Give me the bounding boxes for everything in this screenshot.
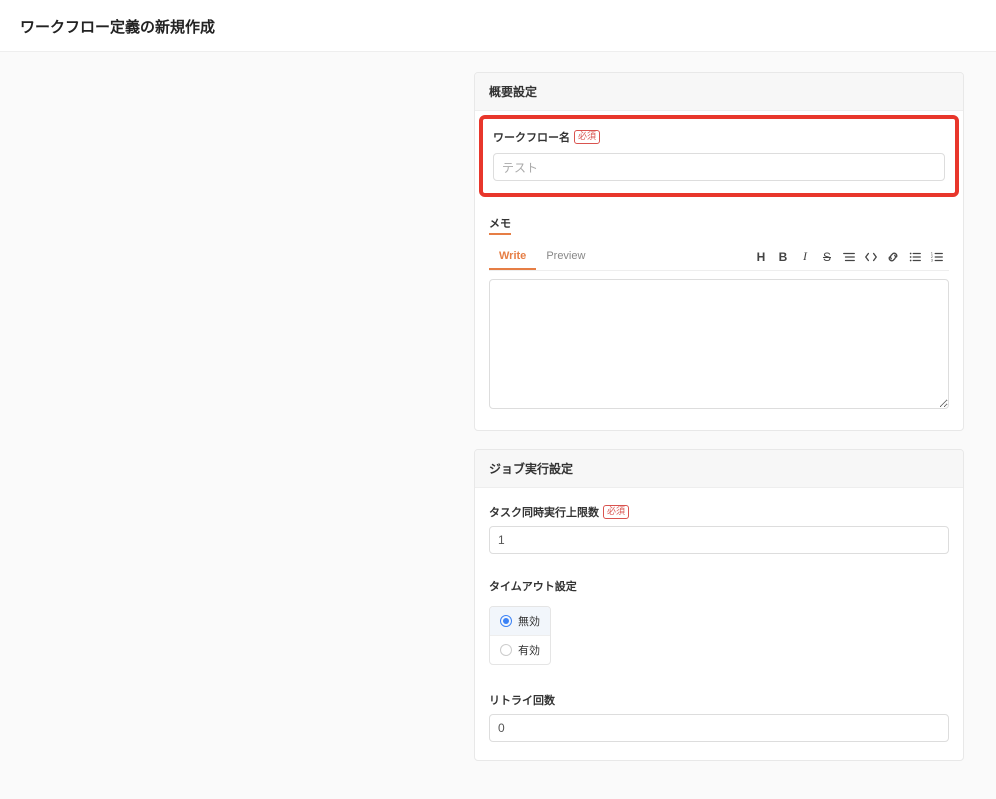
svg-text:3: 3 (931, 258, 933, 262)
timeout-disabled-option[interactable]: 無効 (490, 607, 550, 636)
strikethrough-icon[interactable]: S (819, 249, 835, 265)
timeout-disabled-label: 無効 (518, 613, 540, 629)
form-column: 概要設定 ワークフロー名 必須 メモ Write Preview (474, 72, 964, 779)
editor-tab-preview[interactable]: Preview (536, 244, 595, 270)
memo-label: メモ (489, 215, 511, 235)
content-area: 概要設定 ワークフロー名 必須 メモ Write Preview (0, 52, 996, 799)
max-tasks-label-text: タスク同時実行上限数 (489, 504, 599, 520)
timeout-label: タイムアウト設定 (489, 578, 949, 594)
retry-label-text: リトライ回数 (489, 692, 555, 708)
workflow-name-label: ワークフロー名 必須 (493, 129, 945, 145)
retry-label: リトライ回数 (489, 692, 949, 708)
radio-unselected-icon (500, 644, 512, 656)
code-icon[interactable] (863, 249, 879, 265)
memo-textarea[interactable] (489, 279, 949, 409)
page-title: ワークフロー定義の新規作成 (20, 16, 976, 37)
overview-card-body: ワークフロー名 必須 メモ Write Preview H (475, 111, 963, 430)
required-badge: 必須 (603, 505, 629, 519)
job-card-header: ジョブ実行設定 (475, 450, 963, 488)
link-icon[interactable] (885, 249, 901, 265)
timeout-radio-group: 無効 有効 (489, 606, 551, 665)
max-tasks-input[interactable] (489, 526, 949, 554)
memo-field: メモ Write Preview H B I S (489, 215, 949, 412)
job-card-body: タスク同時実行上限数 必須 タイムアウト設定 無効 (475, 488, 963, 760)
editor-tab-write[interactable]: Write (489, 244, 536, 270)
workflow-name-highlight-box: ワークフロー名 必須 (479, 115, 959, 197)
job-card: ジョブ実行設定 タスク同時実行上限数 必須 タイムアウト設定 (474, 449, 964, 761)
required-badge: 必須 (574, 130, 600, 144)
retry-input[interactable] (489, 714, 949, 742)
ordered-list-icon[interactable]: 123 (929, 249, 945, 265)
italic-icon[interactable]: I (797, 249, 813, 265)
page-header: ワークフロー定義の新規作成 (0, 0, 996, 52)
timeout-field: タイムアウト設定 無効 有効 (489, 578, 949, 668)
timeout-label-text: タイムアウト設定 (489, 578, 577, 594)
editor-toolbar: H B I S (753, 249, 949, 265)
quote-icon[interactable] (841, 249, 857, 265)
max-tasks-field: タスク同時実行上限数 必須 (489, 504, 949, 554)
max-tasks-label: タスク同時実行上限数 必須 (489, 504, 949, 520)
editor-tabs-row: Write Preview H B I S (489, 243, 949, 271)
radio-selected-icon (500, 615, 512, 627)
bold-icon[interactable]: B (775, 249, 791, 265)
heading-icon[interactable]: H (753, 249, 769, 265)
unordered-list-icon[interactable] (907, 249, 923, 265)
overview-card: 概要設定 ワークフロー名 必須 メモ Write Preview (474, 72, 964, 431)
overview-card-header: 概要設定 (475, 73, 963, 111)
workflow-name-input[interactable] (493, 153, 945, 181)
retry-field: リトライ回数 (489, 692, 949, 742)
editor-tabs: Write Preview (489, 244, 595, 270)
workflow-name-label-text: ワークフロー名 (493, 129, 570, 145)
timeout-enabled-label: 有効 (518, 642, 540, 658)
timeout-enabled-option[interactable]: 有効 (490, 636, 550, 664)
